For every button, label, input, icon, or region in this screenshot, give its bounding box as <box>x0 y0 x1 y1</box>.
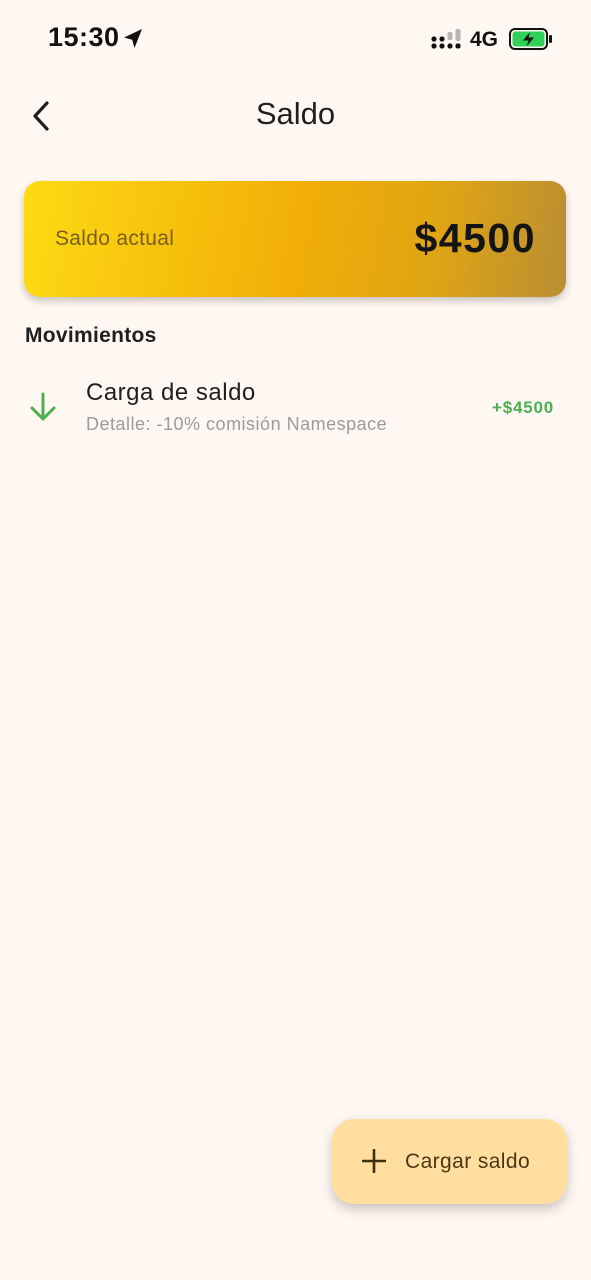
location-arrow-icon <box>124 29 142 48</box>
top-app-bar: Saldo <box>0 80 591 150</box>
movement-detail: Detalle: -10% comisión Namespace <box>86 414 388 434</box>
cargar-saldo-button[interactable]: Cargar saldo <box>332 1119 567 1204</box>
plus-icon <box>362 1149 386 1173</box>
signal-dots-icon <box>431 29 461 49</box>
movement-amount: +$4500 <box>491 398 554 417</box>
cargar-saldo-label: Cargar saldo <box>405 1150 531 1173</box>
balance-card: Saldo actual $4500 <box>24 181 566 297</box>
movement-row[interactable]: Carga de saldo Detalle: -10% comisión Na… <box>0 365 591 449</box>
page-title: Saldo <box>255 96 336 131</box>
status-time: 15:30 <box>48 22 120 52</box>
battery-charging-icon <box>509 28 552 50</box>
status-bar: 15:30 4G <box>0 0 591 80</box>
movements-heading: Movimientos <box>25 324 157 347</box>
arrow-down-icon <box>30 392 56 421</box>
balance-label: Saldo actual <box>55 227 175 250</box>
network-label: 4G <box>470 28 499 51</box>
movement-title: Carga de saldo <box>86 379 256 406</box>
balance-value: $4500 <box>414 215 536 261</box>
